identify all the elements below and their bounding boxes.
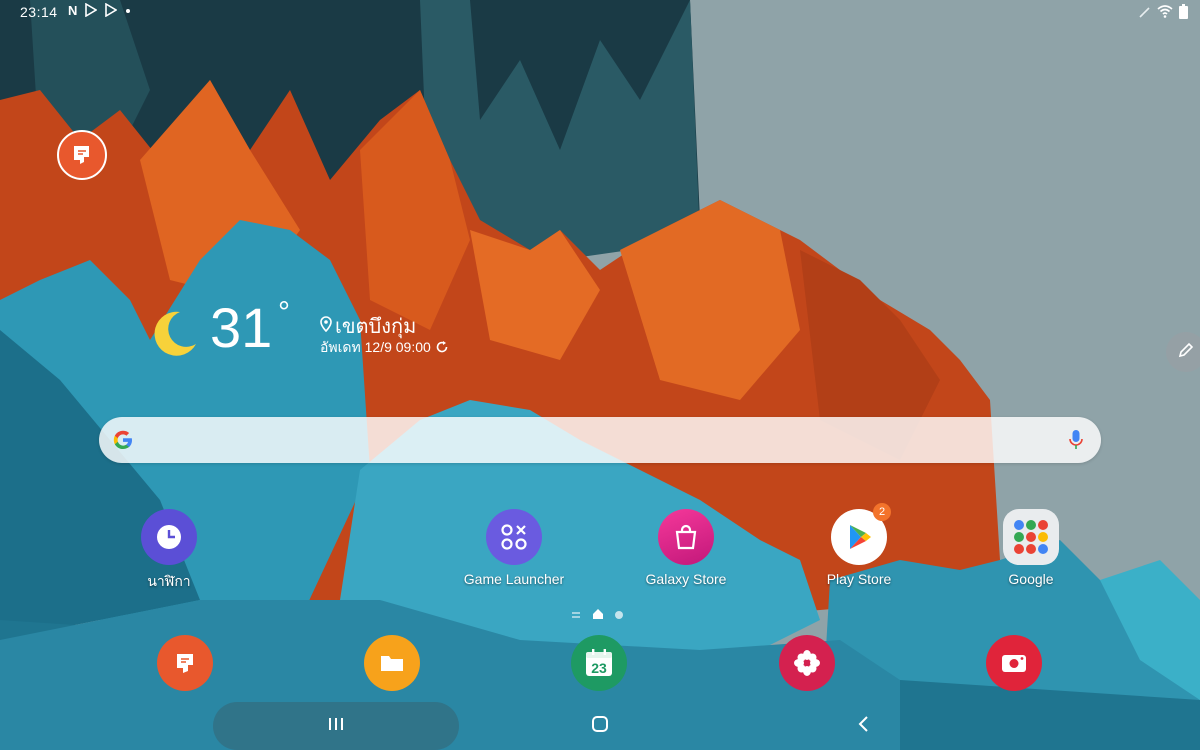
- app-folder-google[interactable]: Google: [971, 509, 1091, 587]
- notes-shortcut-icon[interactable]: [57, 130, 107, 180]
- refresh-icon[interactable]: [435, 340, 449, 357]
- weather-temperature: 31: [210, 296, 273, 359]
- notification-icons: N: [68, 2, 131, 20]
- play-icon: [105, 2, 118, 20]
- dot-icon: [125, 3, 131, 20]
- location-pin-icon: [320, 315, 332, 338]
- status-time: 23:14: [20, 4, 58, 20]
- home-page-icon: [592, 607, 604, 625]
- app-game-launcher[interactable]: Game Launcher: [454, 509, 574, 587]
- battery-icon: [1179, 4, 1188, 24]
- pen-icon: [1177, 341, 1195, 364]
- calendar-icon: 23: [571, 635, 627, 691]
- home-icon: [591, 715, 609, 738]
- notes-icon: [157, 635, 213, 691]
- app-label: Google: [1008, 571, 1054, 587]
- degree-symbol: °: [278, 296, 290, 329]
- page-indicator[interactable]: [570, 607, 624, 625]
- system-icons: [1139, 4, 1188, 24]
- app-clock[interactable]: นาฬิกา: [109, 509, 229, 593]
- app-label: Galaxy Store: [645, 571, 727, 587]
- folder-icon: [364, 635, 420, 691]
- app-label: Play Store: [826, 571, 892, 587]
- page-list-icon: [570, 607, 582, 625]
- dock-screen-recorder[interactable]: [954, 635, 1074, 691]
- moon-icon: [150, 308, 200, 363]
- dock-notes[interactable]: [125, 635, 245, 691]
- dock-calendar[interactable]: 23: [539, 635, 659, 691]
- app-play-store[interactable]: 2 Play Store: [799, 503, 919, 587]
- home-button[interactable]: [580, 712, 620, 740]
- pen-icon: [1139, 5, 1151, 23]
- back-icon: [855, 715, 873, 738]
- dock-my-files[interactable]: [332, 635, 452, 691]
- recents-icon: [327, 715, 345, 738]
- mic-icon[interactable]: [1069, 428, 1083, 457]
- app-label: นาฬิกา: [147, 573, 191, 589]
- play-icon: [85, 2, 98, 20]
- netflix-icon: N: [68, 3, 78, 18]
- pen-edge-handle[interactable]: [1166, 332, 1200, 372]
- game-launcher-icon: [486, 509, 542, 565]
- recents-button[interactable]: [316, 712, 356, 740]
- play-store-icon: 2: [831, 503, 891, 565]
- updated-text: อัพเดท 12/9 09:00: [320, 339, 431, 355]
- notification-badge: 2: [873, 503, 891, 521]
- google-folder-icon: [1003, 509, 1059, 565]
- app-galaxy-store[interactable]: Galaxy Store: [626, 509, 746, 587]
- status-bar: 23:14 N: [0, 0, 1200, 24]
- weather-widget[interactable]: 31 ° เขตบึงกุ่ม อัพเดท 12/9 09:00: [150, 296, 490, 370]
- app-label: Game Launcher: [463, 571, 565, 587]
- weather-updated: อัพเดท 12/9 09:00: [320, 337, 449, 359]
- wifi-icon: [1157, 5, 1173, 23]
- page-dot-icon: [614, 607, 624, 625]
- google-g-icon: [111, 428, 135, 457]
- svg-text:23: 23: [591, 660, 607, 676]
- google-search-bar[interactable]: [99, 417, 1101, 463]
- gallery-flower-icon: [779, 635, 835, 691]
- screen-recorder-icon: [986, 635, 1042, 691]
- back-button[interactable]: [844, 712, 884, 740]
- dock-gallery[interactable]: [747, 635, 867, 691]
- shopping-bag-icon: [658, 509, 714, 565]
- clock-icon: [141, 509, 197, 565]
